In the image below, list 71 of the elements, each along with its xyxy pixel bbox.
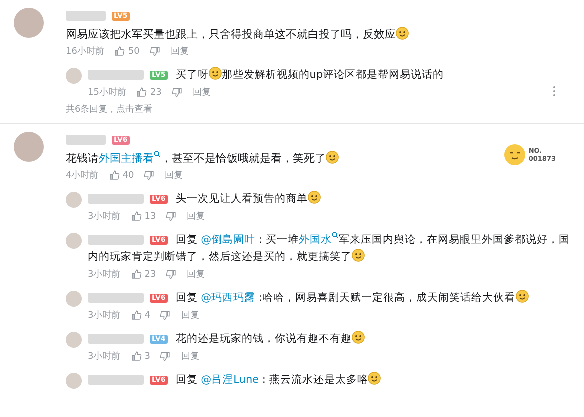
like-count: 4 bbox=[144, 310, 150, 320]
thumbs-up-icon[interactable] bbox=[130, 351, 142, 362]
like-count: 50 bbox=[128, 46, 140, 56]
blurred-username bbox=[66, 11, 106, 21]
comment-time: 4小时前 bbox=[66, 170, 99, 182]
user-mention-link[interactable]: @玛西玛露 bbox=[201, 292, 256, 304]
user-mention-link[interactable]: @倒島園叶 bbox=[201, 234, 256, 246]
blurred-username bbox=[88, 293, 144, 304]
comment-time: 15小时前 bbox=[88, 86, 126, 99]
like-count: 23 bbox=[150, 88, 162, 98]
comment-time: 16小时前 bbox=[66, 46, 104, 58]
thumbs-up-icon[interactable] bbox=[130, 310, 142, 321]
thumbs-up-icon[interactable] bbox=[114, 46, 126, 57]
view-replies-link[interactable]: 共6条回复，点击查看 bbox=[66, 101, 570, 119]
blurred-username bbox=[88, 235, 144, 246]
comment-time: 3小时前 bbox=[88, 268, 121, 281]
search-link[interactable]: 外国水 bbox=[298, 234, 339, 246]
user-mention-link[interactable]: @吕涅Lune bbox=[201, 374, 260, 386]
comment-time: 3小时前 bbox=[88, 310, 121, 322]
search-icon bbox=[154, 151, 161, 158]
avatar[interactable] bbox=[66, 373, 82, 389]
reply-button[interactable]: 回复 bbox=[187, 268, 206, 281]
thumbs-down-icon[interactable] bbox=[166, 269, 178, 280]
avatar[interactable] bbox=[66, 192, 82, 208]
avatar[interactable] bbox=[66, 332, 82, 348]
thumbs-up-icon[interactable] bbox=[136, 87, 148, 98]
thumbs-down-icon[interactable] bbox=[144, 170, 156, 181]
comment-time: 3小时前 bbox=[88, 210, 121, 223]
blurred-username bbox=[88, 70, 144, 80]
emoji-icon bbox=[396, 27, 409, 40]
reply-button[interactable]: 回复 bbox=[165, 169, 184, 182]
like-count: 13 bbox=[144, 212, 156, 222]
like-count: 3 bbox=[144, 352, 150, 362]
thumbs-down-icon[interactable] bbox=[172, 87, 183, 98]
emoji-icon bbox=[352, 249, 365, 262]
thumbs-down-icon[interactable] bbox=[166, 211, 178, 222]
avatar[interactable] bbox=[14, 132, 44, 162]
thumbs-down-icon[interactable] bbox=[150, 46, 161, 57]
emoji-icon bbox=[326, 151, 339, 164]
emoji-icon bbox=[516, 290, 529, 303]
avatar[interactable] bbox=[66, 68, 82, 84]
thumbs-down-icon[interactable] bbox=[160, 351, 172, 362]
emoji-icon bbox=[208, 67, 222, 80]
reply-button[interactable]: 回复 bbox=[170, 45, 189, 58]
more-options-icon[interactable] bbox=[553, 86, 556, 97]
blurred-username bbox=[88, 375, 144, 386]
like-count: 23 bbox=[144, 270, 156, 280]
thumbs-up-icon[interactable] bbox=[130, 211, 142, 222]
avatar[interactable] bbox=[14, 8, 44, 38]
avatar[interactable] bbox=[66, 291, 82, 307]
like-count: 40 bbox=[122, 170, 134, 180]
thumbs-up-icon[interactable] bbox=[130, 269, 142, 280]
blurred-username bbox=[88, 334, 144, 344]
reply-button[interactable]: 回复 bbox=[181, 309, 200, 322]
reply-button[interactable]: 回复 bbox=[181, 350, 200, 363]
thumbs-down-icon[interactable] bbox=[160, 310, 172, 321]
reply-button[interactable]: 回复 bbox=[192, 86, 211, 99]
comment-time: 3小时前 bbox=[88, 350, 121, 363]
avatar[interactable] bbox=[66, 233, 82, 249]
face-icon bbox=[504, 144, 526, 166]
comment-text: 网易应该把水军买量也跟上，只舍得投商单这不就白投了吗，反效应 bbox=[66, 27, 500, 43]
blurred-username bbox=[88, 194, 144, 204]
comment-text: 花钱请外国主播看 ，甚至不是恰饭哦就是看，笑死了 bbox=[66, 151, 500, 167]
search-link[interactable]: 外国主播看 bbox=[99, 152, 161, 165]
emoji-icon bbox=[368, 372, 382, 385]
search-icon bbox=[332, 232, 339, 239]
emoji-icon bbox=[352, 331, 365, 344]
reply-button[interactable]: 回复 bbox=[187, 210, 206, 223]
emoji-icon bbox=[308, 191, 321, 204]
thumbs-up-icon[interactable] bbox=[108, 170, 120, 181]
blurred-username bbox=[66, 135, 106, 145]
